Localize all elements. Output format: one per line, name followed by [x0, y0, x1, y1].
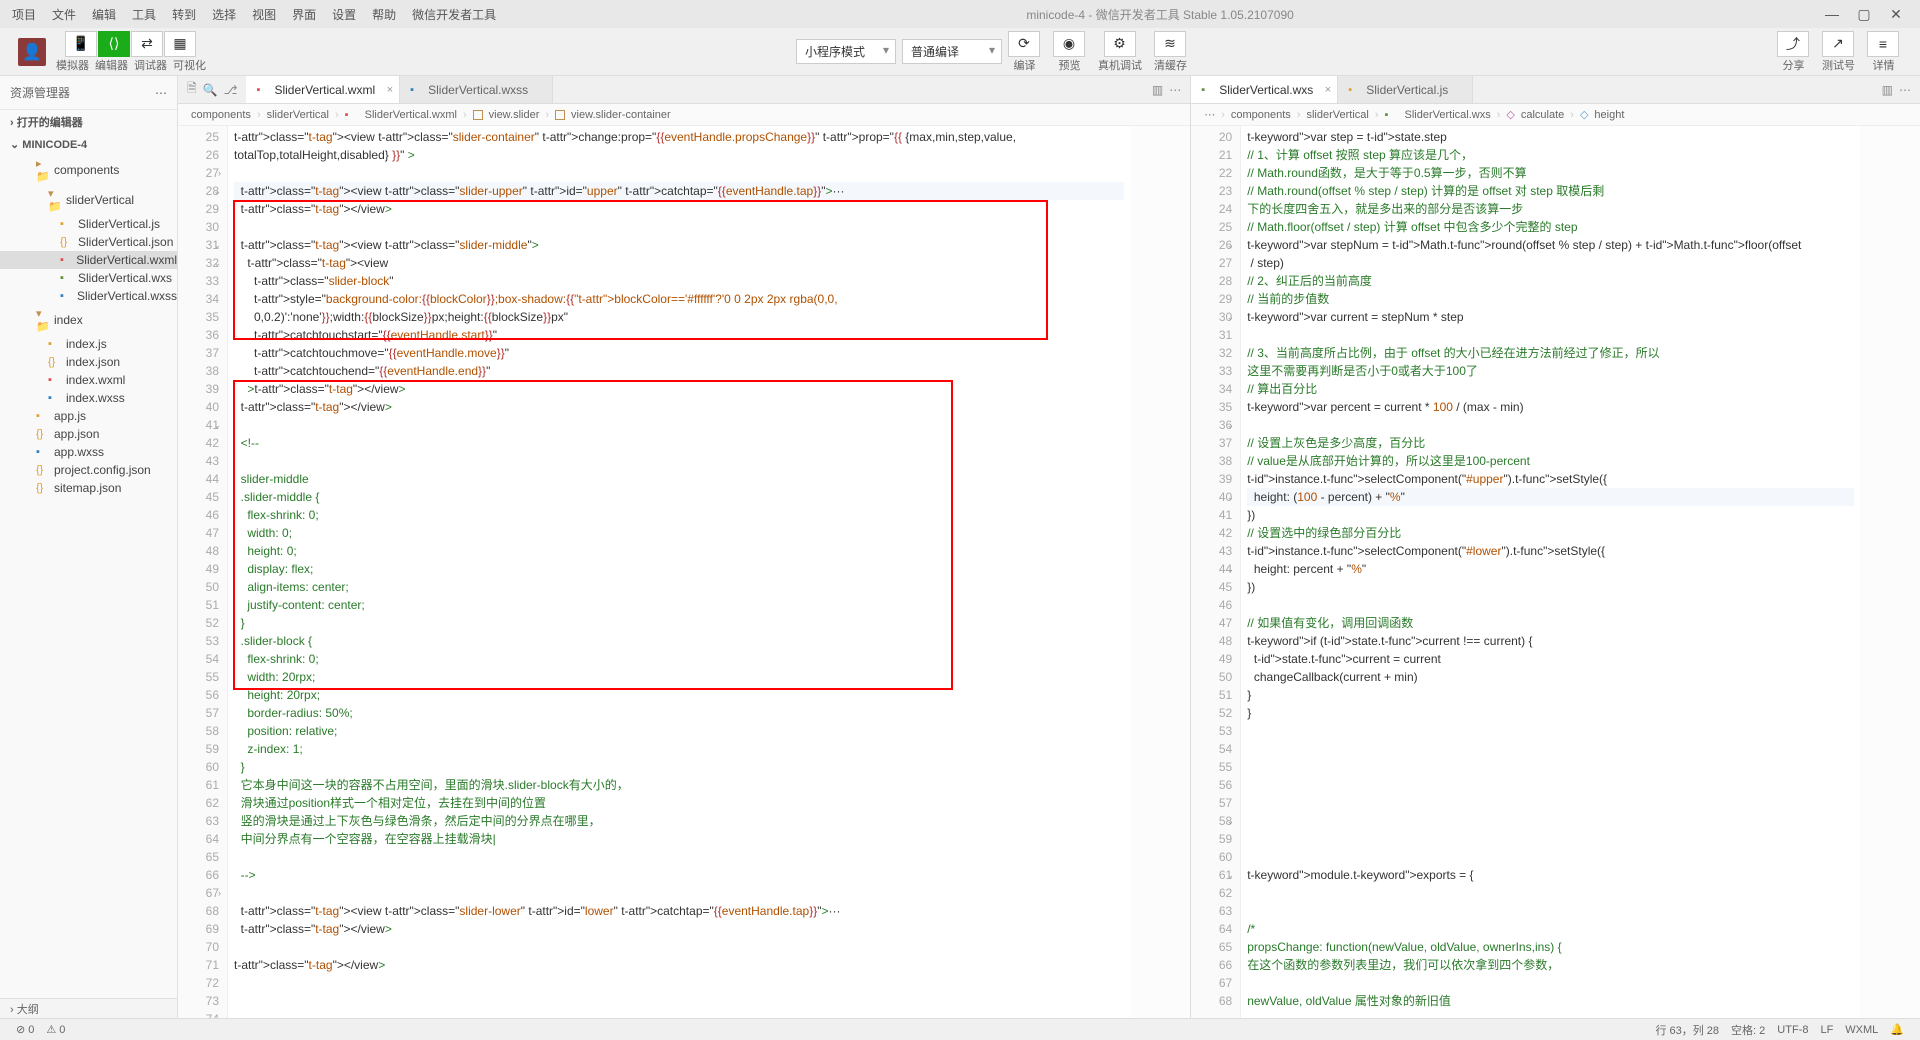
menu-tool[interactable]: 工具 — [124, 6, 164, 23]
status-bell-icon[interactable]: 🔔 — [1890, 1023, 1904, 1036]
status-position[interactable]: 行 63，列 28 — [1655, 1022, 1719, 1038]
tab-close-icon[interactable]: × — [387, 84, 393, 96]
code-editor-right[interactable]: 20212223242526⌄27282930⌄313233343536⌄373… — [1191, 126, 1920, 1018]
file-js[interactable]: ▪SliderVertical.js — [0, 215, 177, 233]
testid-label: 测试号 — [1822, 57, 1855, 73]
debug-label: 调试器 — [134, 57, 167, 73]
visual-label: 可视化 — [173, 57, 206, 73]
search-icon[interactable]: 🔍 — [203, 83, 218, 97]
menu-goto[interactable]: 转到 — [164, 6, 204, 23]
file-wxss[interactable]: ▪SliderVertical.wxss — [0, 287, 177, 305]
explorer-icon[interactable]: 🗎 — [187, 79, 197, 100]
detail-button[interactable]: ≡ — [1867, 31, 1899, 57]
compile-label: 编译 — [1014, 57, 1036, 73]
tab-close-icon[interactable]: × — [1325, 84, 1331, 96]
testid-button[interactable]: ↗ — [1822, 31, 1854, 57]
tab-wxs[interactable]: ▪SliderVertical.wxs× — [1191, 76, 1338, 103]
menu-devtools[interactable]: 微信开发者工具 — [404, 6, 504, 23]
menu-select[interactable]: 选择 — [204, 6, 244, 23]
folder-components[interactable]: ▸📁components — [0, 155, 177, 185]
debugger-button[interactable]: ⇄ — [131, 31, 163, 57]
breadcrumb-left[interactable]: components› sliderVertical› ▪SliderVerti… — [178, 104, 1190, 126]
file-wxs[interactable]: ▪SliderVertical.wxs — [0, 269, 177, 287]
explorer-title: 资源管理器 — [10, 84, 70, 101]
minimap-left[interactable] — [1130, 126, 1190, 1018]
split-icon[interactable]: ▥ — [1152, 83, 1163, 97]
menu-view[interactable]: 视图 — [244, 6, 284, 23]
split-icon[interactable]: ▥ — [1882, 83, 1893, 97]
maximize-icon[interactable]: ▢ — [1848, 6, 1880, 23]
file-json[interactable]: {}SliderVertical.json — [0, 233, 177, 251]
status-lang[interactable]: WXML — [1845, 1024, 1878, 1036]
tab-js[interactable]: ▪SliderVertical.js — [1338, 76, 1473, 103]
minimap-right[interactable] — [1860, 126, 1920, 1018]
file-sitemap[interactable]: {}sitemap.json — [0, 479, 177, 497]
menu-project[interactable]: 项目 — [0, 6, 44, 23]
menu-help[interactable]: 帮助 — [364, 6, 404, 23]
share-label: 分享 — [1783, 57, 1805, 73]
status-eol[interactable]: LF — [1820, 1024, 1833, 1036]
git-icon[interactable]: ⎇ — [224, 83, 238, 97]
visual-button[interactable]: ▦ — [164, 31, 196, 57]
menu-file[interactable]: 文件 — [44, 6, 84, 23]
preview-button[interactable]: ◉ — [1053, 31, 1085, 57]
tab-wxss[interactable]: ▪SliderVertical.wxss — [400, 76, 553, 103]
file-wxml[interactable]: ▪SliderVertical.wxml — [0, 251, 177, 269]
status-errors-icon[interactable]: ⊘ 0 — [16, 1023, 34, 1036]
status-encoding[interactable]: UTF-8 — [1777, 1024, 1808, 1036]
remote-debug-button[interactable]: ⚙ — [1104, 31, 1136, 57]
menu-edit[interactable]: 编辑 — [84, 6, 124, 23]
folder-index[interactable]: ▾📁index — [0, 305, 177, 335]
menu-ui[interactable]: 界面 — [284, 6, 324, 23]
file-index-wxml[interactable]: ▪index.wxml — [0, 371, 177, 389]
remote-label: 真机调试 — [1098, 57, 1142, 73]
compile-select[interactable]: 普通编译 — [902, 39, 1002, 64]
preview-label: 预览 — [1059, 57, 1081, 73]
clear-cache-button[interactable]: ≋ — [1154, 31, 1186, 57]
opened-editors-section[interactable]: › 打开的编辑器 — [0, 110, 177, 134]
cache-label: 清缓存 — [1154, 57, 1187, 73]
status-spaces[interactable]: 空格: 2 — [1731, 1022, 1765, 1038]
file-app-wxss[interactable]: ▪app.wxss — [0, 443, 177, 461]
explorer-panel: 资源管理器 ⋯ › 打开的编辑器 ⌄ MINICODE-4 ▸📁componen… — [0, 76, 178, 1018]
titlebar: 项目 文件 编辑 工具 转到 选择 视图 界面 设置 帮助 微信开发者工具 mi… — [0, 0, 1920, 28]
file-index-json[interactable]: {}index.json — [0, 353, 177, 371]
breadcrumb-right[interactable]: ⋯› components› sliderVertical› ▪SliderVe… — [1191, 104, 1920, 126]
file-app-json[interactable]: {}app.json — [0, 425, 177, 443]
outline-section[interactable]: › 大纲 — [0, 998, 177, 1018]
status-warnings-icon[interactable]: ⚠ 0 — [46, 1023, 65, 1036]
menu-settings[interactable]: 设置 — [324, 6, 364, 23]
detail-label: 详情 — [1873, 57, 1895, 73]
sim-label: 模拟器 — [56, 57, 89, 73]
folder-slidervertical[interactable]: ▾📁sliderVertical — [0, 185, 177, 215]
toolbar: 👤 📱 ⟨⟩ ⇄ ▦ 模拟器 编辑器 调试器 可视化 小程序模式 普通编译 ⟳编… — [0, 28, 1920, 76]
status-bar: ⊘ 0 ⚠ 0 行 63，列 28 空格: 2 UTF-8 LF WXML 🔔 — [0, 1018, 1920, 1040]
avatar[interactable]: 👤 — [18, 38, 46, 66]
right-editor-pane: ▪SliderVertical.wxs× ▪SliderVertical.js … — [1191, 76, 1920, 1018]
file-index-wxss[interactable]: ▪index.wxss — [0, 389, 177, 407]
share-button[interactable]: ⤴ — [1777, 31, 1809, 57]
close-icon[interactable]: ✕ — [1880, 6, 1912, 23]
minimize-icon[interactable]: — — [1816, 6, 1848, 22]
file-index-js[interactable]: ▪index.js — [0, 335, 177, 353]
more-tabs-icon[interactable]: ⋯ — [1899, 83, 1911, 97]
tab-wxml[interactable]: ▪SliderVertical.wxml× — [246, 76, 400, 103]
window-title: minicode-4 - 微信开发者工具 Stable 1.05.2107090 — [504, 6, 1816, 23]
mode-select[interactable]: 小程序模式 — [796, 39, 896, 64]
code-editor-left[interactable]: 252627›28⌄293031⌄32⌄333435363738394041⌄4… — [178, 126, 1190, 1018]
editor-button[interactable]: ⟨⟩ — [98, 31, 130, 57]
more-tabs-icon[interactable]: ⋯ — [1169, 83, 1181, 97]
project-section[interactable]: ⌄ MINICODE-4 — [0, 134, 177, 155]
file-app-js[interactable]: ▪app.js — [0, 407, 177, 425]
left-editor-pane: 🗎 🔍 ⎇ ▪SliderVertical.wxml× ▪SliderVertica… — [178, 76, 1191, 1018]
explorer-more-icon[interactable]: ⋯ — [155, 86, 167, 100]
file-project-config[interactable]: {}project.config.json — [0, 461, 177, 479]
compile-button[interactable]: ⟳ — [1008, 31, 1040, 57]
simulator-button[interactable]: 📱 — [65, 31, 97, 57]
editor-label: 编辑器 — [95, 57, 128, 73]
